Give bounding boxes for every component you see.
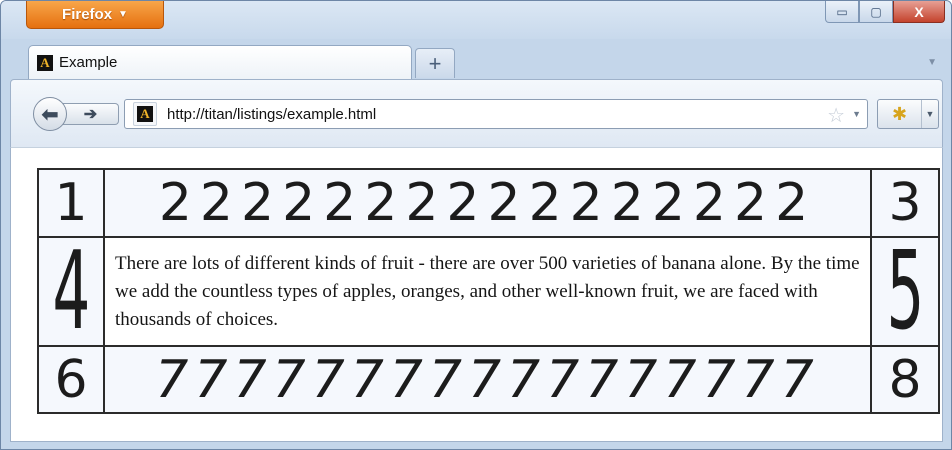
- close-icon: X: [914, 3, 924, 20]
- minimize-button[interactable]: ▭: [825, 1, 859, 23]
- plus-icon: +: [428, 50, 442, 76]
- tab-example[interactable]: A Example: [28, 45, 412, 79]
- maximize-icon: ▢: [870, 4, 882, 19]
- firefox-menu-label: Firefox: [62, 6, 113, 23]
- addon-button[interactable]: ✱ ▼: [877, 99, 939, 129]
- minimize-icon: ▭: [836, 4, 848, 19]
- window-controls: ▭ ▢ X: [825, 1, 945, 23]
- cell-4-text: 4: [52, 238, 90, 347]
- cell-5: 5: [872, 238, 938, 347]
- firefox-menu-button[interactable]: Firefox ▼: [26, 1, 164, 29]
- cell-1: 1: [39, 170, 105, 238]
- addon-icon[interactable]: ✱: [878, 100, 922, 128]
- url-bar[interactable]: A http://titan/listings/example.html ☆ ▼: [124, 99, 868, 129]
- page-content: 1 2222222222222222 3 4 There are lots of…: [10, 147, 943, 442]
- forward-arrow-icon: ➔: [83, 106, 98, 123]
- tab-list-chevron-icon[interactable]: ▼: [927, 57, 937, 68]
- cell-8: 8: [872, 347, 938, 412]
- cell-6: 6: [39, 347, 105, 412]
- tab-title: Example: [59, 54, 118, 71]
- url-dropdown-icon[interactable]: ▼: [852, 109, 861, 119]
- site-identity-button[interactable]: A: [133, 102, 157, 126]
- url-text[interactable]: http://titan/listings/example.html: [167, 106, 376, 123]
- forward-button[interactable]: ➔: [63, 103, 119, 125]
- cell-7: 77777777777777777: [105, 347, 872, 412]
- site-icon: A: [37, 54, 53, 71]
- new-tab-button[interactable]: +: [415, 48, 455, 78]
- navigation-toolbar: ➔ ⬅ A http://titan/listings/example.html…: [10, 79, 943, 147]
- cell-2: 2222222222222222: [105, 170, 872, 238]
- dropdown-caret-icon: ▼: [118, 9, 128, 20]
- site-icon: A: [137, 106, 153, 122]
- back-arrow-icon: ⬅: [41, 103, 59, 126]
- maximize-button[interactable]: ▢: [859, 1, 893, 23]
- back-button[interactable]: ⬅: [33, 97, 67, 131]
- close-button[interactable]: X: [893, 1, 945, 23]
- cell-3: 3: [872, 170, 938, 238]
- back-forward-group: ➔ ⬅: [33, 97, 119, 131]
- browser-window: Firefox ▼ ▭ ▢ X A Example + ▼ ➔ ⬅ A http…: [0, 0, 952, 450]
- cell-body: There are lots of different kinds of fru…: [105, 238, 872, 347]
- cell-4: 4: [39, 238, 105, 347]
- title-bar: Firefox ▼ ▭ ▢ X: [1, 1, 951, 39]
- cell-5-text: 5: [886, 238, 924, 347]
- addon-dropdown-icon[interactable]: ▼: [922, 109, 938, 119]
- bookmark-star-icon[interactable]: ☆: [827, 103, 845, 128]
- fruit-paragraph: There are lots of different kinds of fru…: [115, 252, 860, 330]
- layout-table: 1 2222222222222222 3 4 There are lots of…: [37, 168, 940, 414]
